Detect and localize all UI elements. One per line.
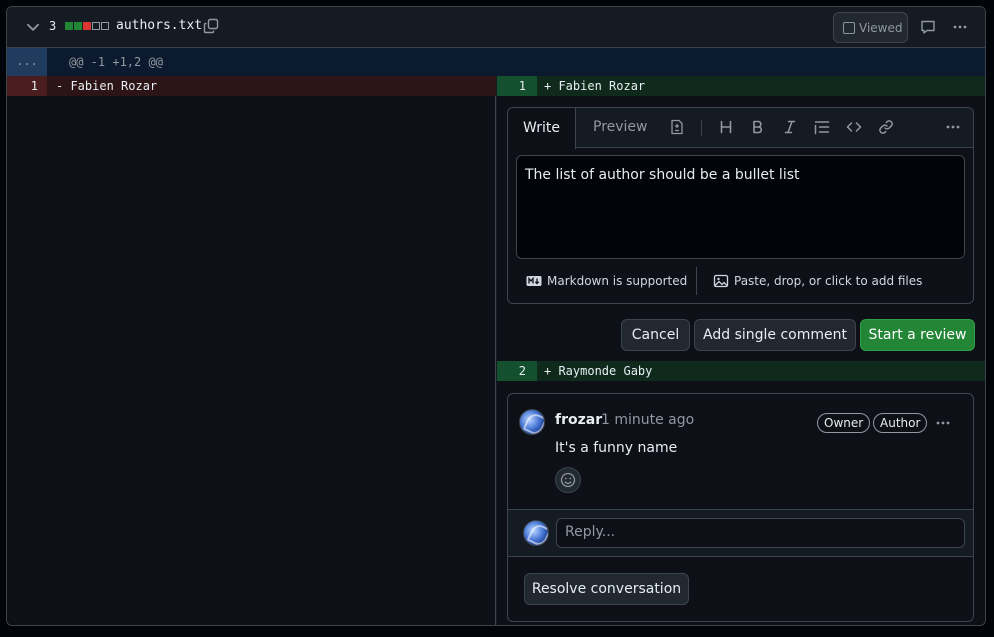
viewed-toggle[interactable]: Viewed xyxy=(833,12,908,43)
kebab-horizontal-icon[interactable] xyxy=(935,415,951,431)
code-icon[interactable] xyxy=(846,119,862,135)
copy-icon[interactable] xyxy=(203,18,219,34)
italic-icon[interactable] xyxy=(782,119,798,135)
hunk-text: @@ -1 +1,2 @@ xyxy=(69,55,163,69)
author-badge: Author xyxy=(873,413,928,433)
editor-toolbar: Write Preview xyxy=(508,108,973,149)
cancel-button[interactable]: Cancel xyxy=(621,319,690,351)
attach-label: Paste, drop, or click to add files xyxy=(734,274,923,288)
added-line: 2 + Raymonde Gaby xyxy=(497,361,985,381)
change-count: 3 xyxy=(49,19,57,33)
editor-footer: Markdown is supported Paste, drop, or cl… xyxy=(508,267,973,303)
bold-icon[interactable] xyxy=(750,119,766,135)
heading-icon[interactable] xyxy=(718,119,734,135)
added-line: 1 + Fabien Rozar xyxy=(497,76,985,96)
line-number[interactable]: 2 xyxy=(497,361,537,381)
comment-author[interactable]: frozar xyxy=(555,412,602,428)
comment-textarea[interactable]: The list of author should be a bullet li… xyxy=(516,155,965,259)
line-number[interactable]: 1 xyxy=(7,76,47,96)
viewed-checkbox[interactable] xyxy=(843,21,855,34)
resolve-conversation-button[interactable]: Resolve conversation xyxy=(524,573,689,605)
line-code: - Fabien Rozar xyxy=(56,79,158,93)
expand-button[interactable]: ... xyxy=(7,48,47,76)
kebab-horizontal-icon[interactable] xyxy=(952,19,968,35)
smiley-icon xyxy=(560,472,576,488)
viewed-label: Viewed xyxy=(859,20,903,35)
link-icon[interactable] xyxy=(878,119,894,135)
file-name[interactable]: authors.txt xyxy=(116,18,202,33)
comment-body: It's a funny name xyxy=(555,440,678,456)
diffstat-block xyxy=(101,22,109,30)
review-thread: frozar 1 minute ago Owner Author It's a … xyxy=(507,393,974,622)
tab-preview[interactable]: Preview xyxy=(593,119,648,135)
suggestion-icon[interactable] xyxy=(669,119,685,135)
file-header: 3 authors.txt Viewed xyxy=(7,7,985,48)
diffstat-block xyxy=(92,22,100,30)
reply-input[interactable]: Reply... xyxy=(556,518,965,548)
comment-editor: Write Preview The list of author should … xyxy=(507,107,974,304)
comment-icon[interactable] xyxy=(920,19,936,35)
file-diff: 3 authors.txt Viewed ... @@ -1 +1,2 @@ 1… xyxy=(6,6,986,626)
attach-files[interactable]: Paste, drop, or click to add files xyxy=(713,273,922,289)
add-reaction-button[interactable] xyxy=(555,467,581,493)
left-pane: 1 - Fabien Rozar xyxy=(7,76,496,625)
reply-bar: Reply... xyxy=(508,509,973,557)
avatar xyxy=(523,520,549,546)
hunk-header: ... @@ -1 +1,2 @@ xyxy=(7,48,985,76)
markdown-icon xyxy=(526,276,542,286)
diffstat-block xyxy=(65,22,73,30)
diffstat xyxy=(65,22,109,30)
diffstat-block xyxy=(74,22,82,30)
comment-time[interactable]: 1 minute ago xyxy=(601,412,694,428)
avatar[interactable] xyxy=(519,409,545,435)
line-code: + Fabien Rozar xyxy=(544,79,646,93)
footer-divider xyxy=(696,267,697,295)
line-code: + Raymonde Gaby xyxy=(544,364,653,378)
line-number[interactable]: 1 xyxy=(497,76,537,96)
diffstat-block xyxy=(83,22,91,30)
toolbar-divider xyxy=(701,120,702,136)
quote-list-icon[interactable] xyxy=(814,119,830,135)
owner-badge: Owner xyxy=(817,413,871,433)
kebab-horizontal-icon[interactable] xyxy=(945,119,961,135)
markdown-label: Markdown is supported xyxy=(547,274,688,288)
image-icon xyxy=(713,274,729,288)
deleted-line: 1 - Fabien Rozar xyxy=(7,76,496,96)
chevron-down-icon[interactable] xyxy=(24,18,42,36)
markdown-note[interactable]: Markdown is supported xyxy=(526,273,687,289)
start-review-button[interactable]: Start a review xyxy=(860,319,975,351)
tab-write[interactable]: Write xyxy=(508,108,576,149)
right-pane: 1 + Fabien Rozar Write Preview The list … xyxy=(497,76,985,625)
add-single-comment-button[interactable]: Add single comment xyxy=(694,319,856,351)
